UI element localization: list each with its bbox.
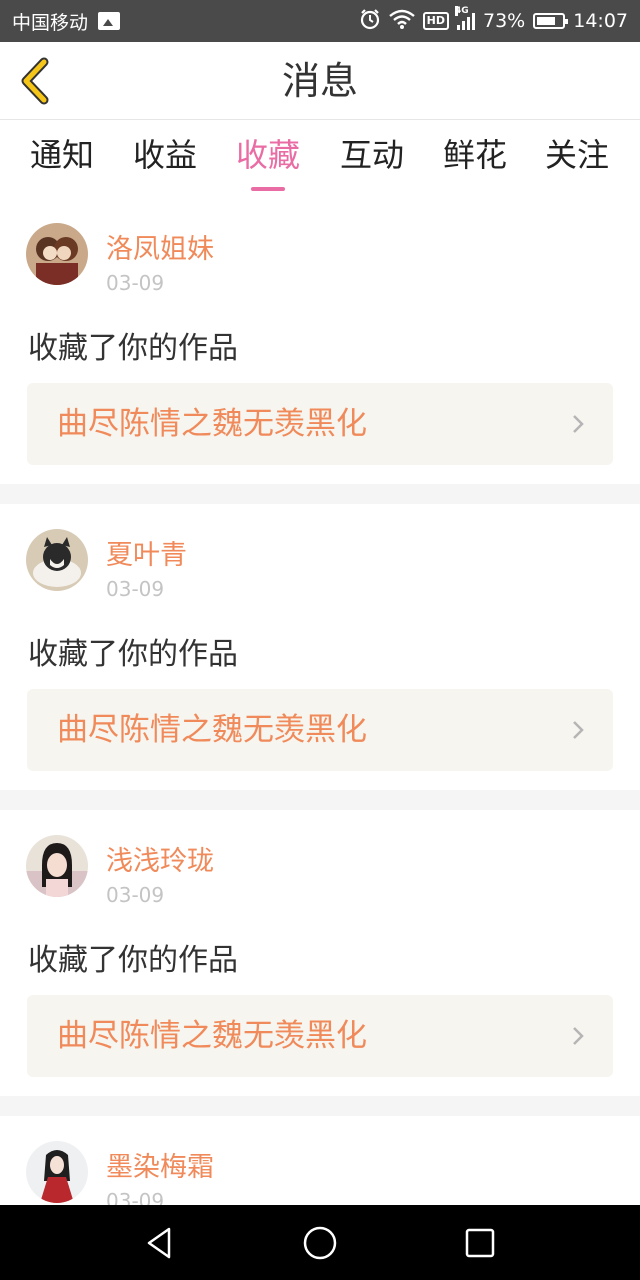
message-date: 03-09: [106, 883, 165, 907]
carrier-name: 中国移动: [12, 11, 89, 34]
chevron-right-icon: [573, 721, 584, 739]
message-tabs: 通知 收益 收藏 互动 鲜花 关注: [0, 121, 640, 201]
action-text: 收藏了你的作品: [28, 331, 238, 366]
chevron-right-icon: [573, 1027, 584, 1045]
list-item: 浅浅玲珑 03-09 收藏了你的作品 曲尽陈情之魏无羡黑化: [0, 810, 640, 1096]
square-recents-icon: [465, 1228, 495, 1258]
username[interactable]: 墨染梅霜: [106, 1145, 214, 1184]
active-tab-indicator: [251, 187, 285, 191]
message-date: 03-09: [106, 577, 165, 601]
message-date: 03-09: [106, 271, 165, 295]
work-link[interactable]: 曲尽陈情之魏无羡黑化: [27, 383, 613, 465]
tab-favorites[interactable]: 收藏: [218, 131, 318, 191]
clock: 14:07: [573, 10, 628, 32]
avatar[interactable]: [26, 1141, 88, 1203]
wifi-icon: [388, 9, 415, 34]
app-header: 消息: [0, 42, 640, 120]
battery-icon: [533, 13, 569, 29]
hd-voice-icon: HD: [422, 12, 449, 30]
system-nav-bar: [0, 1205, 640, 1280]
nav-back-button[interactable]: [141, 1223, 181, 1263]
username[interactable]: 夏叶青: [106, 533, 187, 572]
status-bar: 中国移动 HD 4G 73% 14:07: [0, 0, 640, 42]
username[interactable]: 浅浅玲珑: [106, 839, 214, 878]
chevron-right-icon: [573, 415, 584, 433]
battery-percent: 73%: [483, 10, 526, 32]
avatar[interactable]: [26, 529, 88, 591]
work-link[interactable]: 曲尽陈情之魏无羡黑化: [27, 689, 613, 771]
tab-earnings[interactable]: 收益: [115, 131, 215, 191]
work-title: 曲尽陈情之魏无羡黑化: [57, 406, 367, 442]
action-text: 收藏了你的作品: [28, 943, 238, 978]
list-item: 洛凤姐妹 03-09 收藏了你的作品 曲尽陈情之魏无羡黑化: [0, 201, 640, 484]
work-title: 曲尽陈情之魏无羡黑化: [57, 712, 367, 748]
list-item: 墨染梅霜 03-09: [0, 1116, 640, 1205]
message-date: 03-09: [106, 1189, 165, 1205]
gallery-notification-icon: [98, 12, 121, 30]
tab-flowers[interactable]: 鲜花: [425, 131, 525, 191]
message-list[interactable]: 洛凤姐妹 03-09 收藏了你的作品 曲尽陈情之魏无羡黑化 夏叶青 03-09 …: [0, 201, 640, 1205]
page-title: 消息: [281, 59, 358, 103]
triangle-back-icon: [147, 1227, 171, 1259]
alarm-icon: [359, 8, 381, 35]
action-text: 收藏了你的作品: [28, 637, 238, 672]
list-item: 夏叶青 03-09 收藏了你的作品 曲尽陈情之魏无羡黑化: [0, 504, 640, 790]
username[interactable]: 洛凤姐妹: [106, 227, 214, 266]
tab-notifications[interactable]: 通知: [12, 131, 112, 191]
signal-icon: 4G: [455, 6, 475, 30]
nav-recents-button[interactable]: [460, 1223, 500, 1263]
work-title: 曲尽陈情之魏无羡黑化: [57, 1018, 367, 1054]
tab-follows[interactable]: 关注: [527, 131, 627, 191]
avatar[interactable]: [26, 223, 88, 285]
nav-home-button[interactable]: [300, 1223, 340, 1263]
work-link[interactable]: 曲尽陈情之魏无羡黑化: [27, 995, 613, 1077]
circle-home-icon: [303, 1226, 337, 1260]
avatar[interactable]: [26, 835, 88, 897]
tab-interactions[interactable]: 互动: [322, 131, 422, 191]
